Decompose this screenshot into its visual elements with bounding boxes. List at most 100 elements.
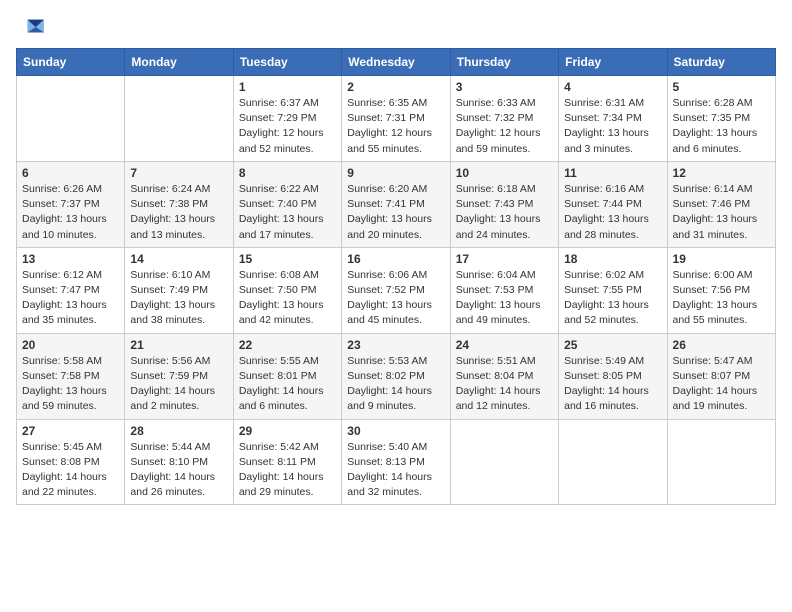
day-detail: Sunrise: 6:24 AMSunset: 7:38 PMDaylight:… (130, 182, 227, 243)
day-number: 5 (673, 80, 770, 94)
calendar-day-cell: 15Sunrise: 6:08 AMSunset: 7:50 PMDayligh… (233, 247, 341, 333)
calendar-day-cell: 24Sunrise: 5:51 AMSunset: 8:04 PMDayligh… (450, 333, 558, 419)
calendar-day-cell: 8Sunrise: 6:22 AMSunset: 7:40 PMDaylight… (233, 161, 341, 247)
day-detail: Sunrise: 6:16 AMSunset: 7:44 PMDaylight:… (564, 182, 661, 243)
calendar-week-row: 20 Sunrise: 5:58 AMSunset: 7:58 PMDayligh… (17, 333, 776, 419)
day-number: 12 (673, 166, 770, 180)
calendar-empty-cell (559, 419, 667, 505)
day-number: 10 (456, 166, 553, 180)
day-detail: Sunrise: 5:53 AMSunset: 8:02 PMDaylight:… (347, 354, 444, 415)
column-header-saturday: Saturday (667, 49, 775, 76)
calendar-day-cell: 11 Sunrise: 6:16 AMSunset: 7:44 PMDayligh… (559, 161, 667, 247)
day-detail: Sunrise: 5:49 AMSunset: 8:05 PMDaylight:… (564, 354, 661, 415)
calendar-day-cell: 23Sunrise: 5:53 AMSunset: 8:02 PMDayligh… (342, 333, 450, 419)
day-detail: Sunrise: 5:55 AMSunset: 8:01 PMDaylight:… (239, 354, 336, 415)
column-header-friday: Friday (559, 49, 667, 76)
day-detail: Sunrise: 6:28 AMSunset: 7:35 PMDaylight:… (673, 96, 770, 157)
calendar-day-cell: 7 Sunrise: 6:24 AMSunset: 7:38 PMDaylight… (125, 161, 233, 247)
day-number: 6 (22, 166, 119, 180)
day-number: 20 (22, 338, 119, 352)
day-detail: Sunrise: 6:00 AMSunset: 7:56 PMDaylight:… (673, 268, 770, 329)
calendar-day-cell: 28 Sunrise: 5:44 AMSunset: 8:10 PMDayligh… (125, 419, 233, 505)
day-number: 30 (347, 424, 444, 438)
calendar-day-cell: 29 Sunrise: 5:42 AMSunset: 8:11 PMDayligh… (233, 419, 341, 505)
day-number: 26 (673, 338, 770, 352)
day-detail: Sunrise: 6:04 AMSunset: 7:53 PMDaylight:… (456, 268, 553, 329)
day-number: 27 (22, 424, 119, 438)
calendar-day-cell: 26 Sunrise: 5:47 AMSunset: 8:07 PMDayligh… (667, 333, 775, 419)
day-number: 16 (347, 252, 444, 266)
calendar-day-cell: 27 Sunrise: 5:45 AMSunset: 8:08 PMDayligh… (17, 419, 125, 505)
calendar-day-cell: 21 Sunrise: 5:56 AMSunset: 7:59 PMDayligh… (125, 333, 233, 419)
calendar-empty-cell (667, 419, 775, 505)
day-detail: Sunrise: 6:08 AMSunset: 7:50 PMDaylight:… (239, 268, 336, 329)
calendar-day-cell: 16 Sunrise: 6:06 AMSunset: 7:52 PMDayligh… (342, 247, 450, 333)
day-detail: Sunrise: 5:56 AMSunset: 7:59 PMDaylight:… (130, 354, 227, 415)
column-header-monday: Monday (125, 49, 233, 76)
day-detail: Sunrise: 6:14 AMSunset: 7:46 PMDaylight:… (673, 182, 770, 243)
day-detail: Sunrise: 6:12 AMSunset: 7:47 PMDaylight:… (22, 268, 119, 329)
day-number: 21 (130, 338, 227, 352)
column-header-wednesday: Wednesday (342, 49, 450, 76)
calendar-day-cell: 25Sunrise: 5:49 AMSunset: 8:05 PMDayligh… (559, 333, 667, 419)
calendar-empty-cell (450, 419, 558, 505)
calendar-day-cell: 30 Sunrise: 5:40 AMSunset: 8:13 PMDayligh… (342, 419, 450, 505)
day-detail: Sunrise: 5:45 AMSunset: 8:08 PMDaylight:… (22, 440, 119, 501)
day-number: 13 (22, 252, 119, 266)
calendar-week-row: 13 Sunrise: 6:12 AMSunset: 7:47 PMDayligh… (17, 247, 776, 333)
calendar-day-cell: 17 Sunrise: 6:04 AMSunset: 7:53 PMDayligh… (450, 247, 558, 333)
day-detail: Sunrise: 5:40 AMSunset: 8:13 PMDaylight:… (347, 440, 444, 501)
day-number: 9 (347, 166, 444, 180)
day-detail: Sunrise: 5:58 AMSunset: 7:58 PMDaylight:… (22, 354, 119, 415)
calendar-day-cell: 9Sunrise: 6:20 AMSunset: 7:41 PMDaylight… (342, 161, 450, 247)
day-number: 4 (564, 80, 661, 94)
day-detail: Sunrise: 6:31 AMSunset: 7:34 PMDaylight:… (564, 96, 661, 157)
day-number: 29 (239, 424, 336, 438)
day-number: 11 (564, 166, 661, 180)
calendar-day-cell: 1Sunrise: 6:37 AMSunset: 7:29 PMDaylight… (233, 76, 341, 162)
calendar-week-row: 6Sunrise: 6:26 AMSunset: 7:37 PMDaylight… (17, 161, 776, 247)
calendar-table: SundayMondayTuesdayWednesdayThursdayFrid… (16, 48, 776, 505)
calendar-day-cell: 3 Sunrise: 6:33 AMSunset: 7:32 PMDaylight… (450, 76, 558, 162)
day-detail: Sunrise: 6:10 AMSunset: 7:49 PMDaylight:… (130, 268, 227, 329)
day-detail: Sunrise: 6:35 AMSunset: 7:31 PMDaylight:… (347, 96, 444, 157)
page-header (16, 16, 776, 38)
column-header-thursday: Thursday (450, 49, 558, 76)
day-number: 19 (673, 252, 770, 266)
logo (16, 16, 46, 38)
calendar-week-row: 27 Sunrise: 5:45 AMSunset: 8:08 PMDayligh… (17, 419, 776, 505)
calendar-day-cell: 4 Sunrise: 6:31 AMSunset: 7:34 PMDaylight… (559, 76, 667, 162)
day-detail: Sunrise: 6:33 AMSunset: 7:32 PMDaylight:… (456, 96, 553, 157)
day-number: 18 (564, 252, 661, 266)
calendar-day-cell: 14Sunrise: 6:10 AMSunset: 7:49 PMDayligh… (125, 247, 233, 333)
calendar-header-row: SundayMondayTuesdayWednesdayThursdayFrid… (17, 49, 776, 76)
calendar-day-cell: 13 Sunrise: 6:12 AMSunset: 7:47 PMDayligh… (17, 247, 125, 333)
calendar-day-cell: 22 Sunrise: 5:55 AMSunset: 8:01 PMDayligh… (233, 333, 341, 419)
calendar-day-cell: 12 Sunrise: 6:14 AMSunset: 7:46 PMDayligh… (667, 161, 775, 247)
day-detail: Sunrise: 6:18 AMSunset: 7:43 PMDaylight:… (456, 182, 553, 243)
day-detail: Sunrise: 6:02 AMSunset: 7:55 PMDaylight:… (564, 268, 661, 329)
calendar-empty-cell (125, 76, 233, 162)
logo-icon (18, 16, 46, 38)
day-detail: Sunrise: 6:06 AMSunset: 7:52 PMDaylight:… (347, 268, 444, 329)
day-detail: Sunrise: 5:51 AMSunset: 8:04 PMDaylight:… (456, 354, 553, 415)
calendar-day-cell: 18 Sunrise: 6:02 AMSunset: 7:55 PMDayligh… (559, 247, 667, 333)
day-detail: Sunrise: 5:42 AMSunset: 8:11 PMDaylight:… (239, 440, 336, 501)
day-detail: Sunrise: 5:47 AMSunset: 8:07 PMDaylight:… (673, 354, 770, 415)
day-number: 7 (130, 166, 227, 180)
day-number: 1 (239, 80, 336, 94)
calendar-week-row: 1Sunrise: 6:37 AMSunset: 7:29 PMDaylight… (17, 76, 776, 162)
day-number: 28 (130, 424, 227, 438)
calendar-day-cell: 10 Sunrise: 6:18 AMSunset: 7:43 PMDayligh… (450, 161, 558, 247)
calendar-day-cell: 5 Sunrise: 6:28 AMSunset: 7:35 PMDaylight… (667, 76, 775, 162)
calendar-day-cell: 2Sunrise: 6:35 AMSunset: 7:31 PMDaylight… (342, 76, 450, 162)
calendar-empty-cell (17, 76, 125, 162)
day-number: 17 (456, 252, 553, 266)
day-detail: Sunrise: 5:44 AMSunset: 8:10 PMDaylight:… (130, 440, 227, 501)
day-detail: Sunrise: 6:22 AMSunset: 7:40 PMDaylight:… (239, 182, 336, 243)
day-number: 3 (456, 80, 553, 94)
calendar-day-cell: 6Sunrise: 6:26 AMSunset: 7:37 PMDaylight… (17, 161, 125, 247)
day-number: 22 (239, 338, 336, 352)
calendar-day-cell: 20 Sunrise: 5:58 AMSunset: 7:58 PMDayligh… (17, 333, 125, 419)
calendar-day-cell: 19 Sunrise: 6:00 AMSunset: 7:56 PMDayligh… (667, 247, 775, 333)
